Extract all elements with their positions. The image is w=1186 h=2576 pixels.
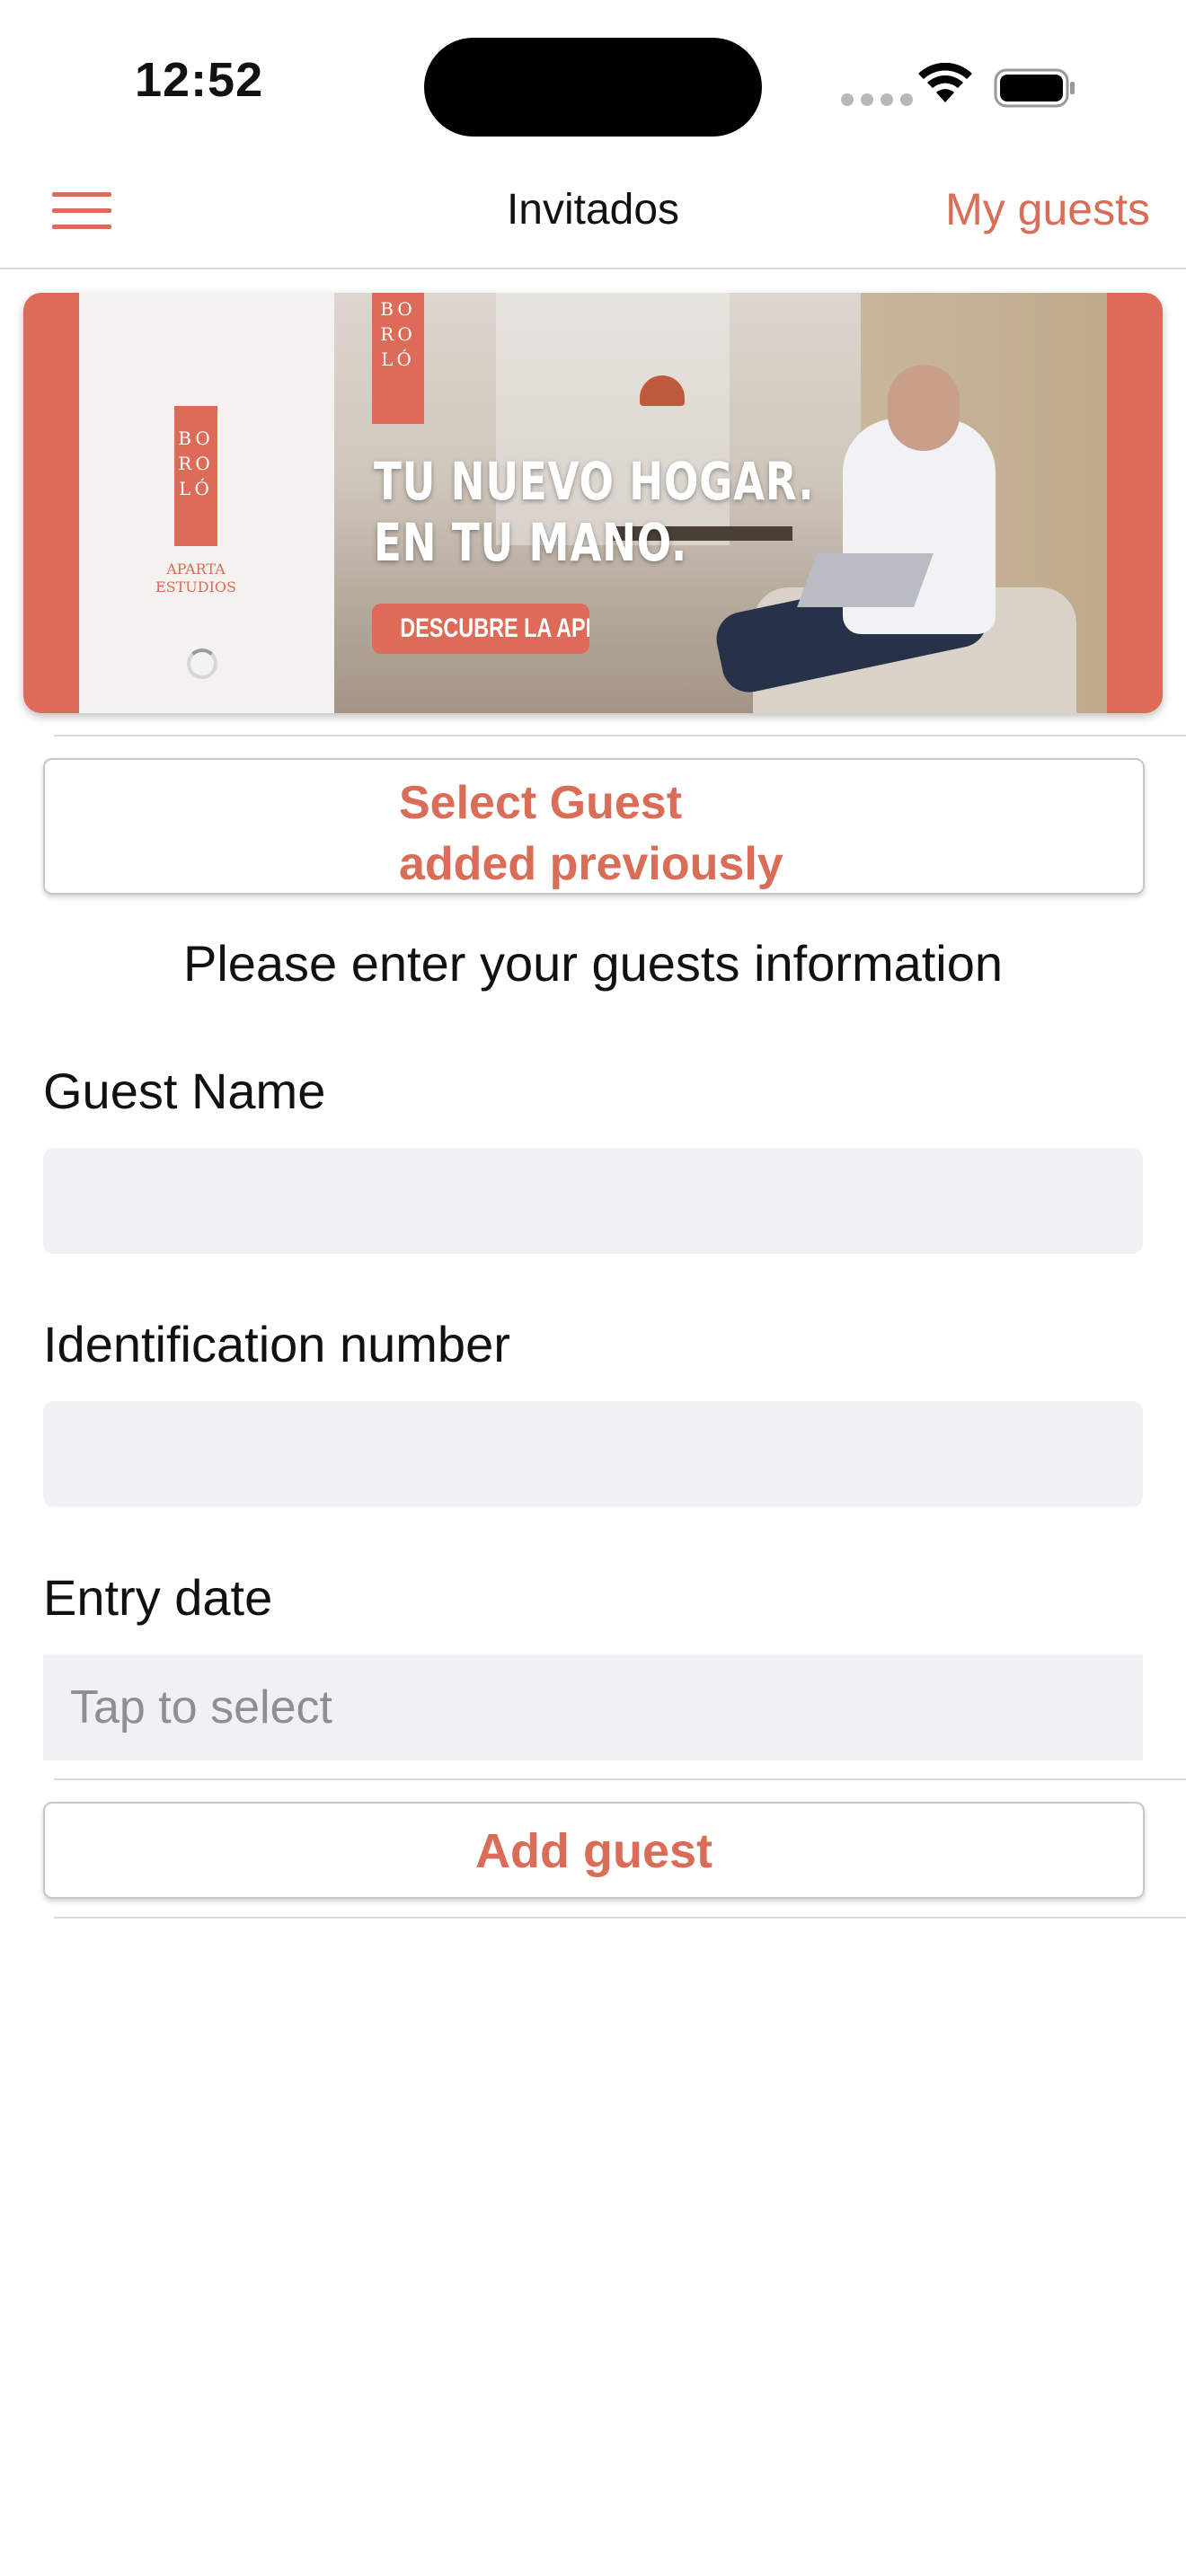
promo-banner[interactable]: BO RO LÓ APARTA ESTUDIOS BO RO LÓ TU NUE… <box>23 293 1163 713</box>
entry-date-picker[interactable] <box>43 1654 1143 1760</box>
wifi-icon <box>918 63 972 102</box>
cellular-signal-icon <box>841 93 913 106</box>
entry-date-label: Entry date <box>43 1569 273 1626</box>
menu-button[interactable] <box>52 189 115 234</box>
nav-divider <box>0 268 1186 269</box>
identification-number-label: Identification number <box>43 1316 510 1372</box>
hamburger-icon <box>52 192 111 197</box>
select-previous-guest-button[interactable]: Select Guest added previously <box>43 758 1145 895</box>
banner-cta-button[interactable]: DESCUBRE LA APP <box>372 604 589 654</box>
my-guests-button[interactable]: My guests <box>881 183 1150 235</box>
guest-name-input[interactable] <box>43 1148 1143 1254</box>
banner-divider <box>54 735 1186 737</box>
status-time: 12:52 <box>135 53 264 107</box>
borolo-logo: BO RO LÓ <box>174 406 217 546</box>
form-instructions: Please enter your guests information <box>182 935 1004 992</box>
logo-subtitle: APARTA ESTUDIOS <box>155 560 237 595</box>
page-title: Invitados <box>506 186 680 234</box>
form-divider <box>54 1778 1186 1780</box>
dynamic-island <box>424 38 762 137</box>
banner-logo-panel: BO RO LÓ APARTA ESTUDIOS <box>79 293 334 713</box>
identification-number-input[interactable] <box>43 1401 1143 1507</box>
banner-headline: TU NUEVO HOGAR. EN TU MANO. <box>374 451 815 573</box>
loading-spinner-icon <box>187 648 217 679</box>
guest-name-label: Guest Name <box>43 1063 326 1119</box>
bottom-divider <box>54 1917 1186 1919</box>
battery-icon <box>994 68 1075 108</box>
add-guest-button[interactable]: Add guest <box>43 1802 1145 1899</box>
banner-logo-tag: BO RO LÓ <box>372 293 424 424</box>
